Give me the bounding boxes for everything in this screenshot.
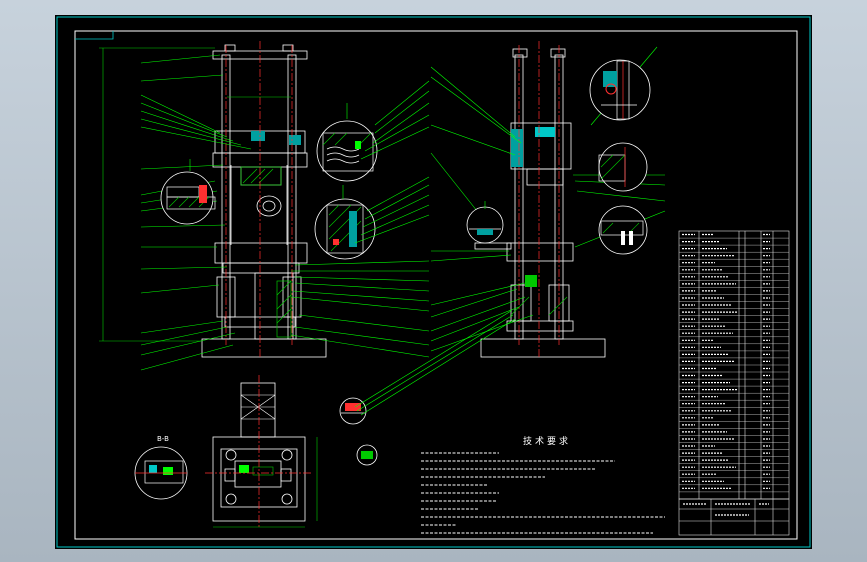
detail-circle-5 [598,142,648,192]
detail-circle-8 [134,446,188,500]
tech-requirements-title: 技术要求 [523,435,571,447]
bottom-view-hatch [239,465,274,476]
title-block-text [683,503,769,516]
tech-requirements-lines [421,452,665,534]
corner-mark [75,31,114,40]
detail-circle-2 [316,103,378,182]
parts-list-text [682,233,770,489]
parts-list-rows [679,237,789,493]
detail-circle-3 [314,185,376,260]
detail-circle-10 [356,444,378,466]
left-main-view [201,44,327,358]
lower-leaders [354,310,516,416]
detail-circle-1 [160,159,216,225]
cad-drawing: B-B 技术要求 [56,16,811,548]
right-centerlines [518,41,560,357]
view-label-bb: B-B [157,435,169,443]
detail-circle-6 [598,205,648,255]
detail-circle-4 [589,59,651,121]
left-centerlines [225,41,293,357]
detail-circle-9 [339,397,367,425]
detail-circle-7 [466,201,504,244]
drawing-sheet: B-B 技术要求 [55,15,812,549]
right-side-view [474,48,606,358]
